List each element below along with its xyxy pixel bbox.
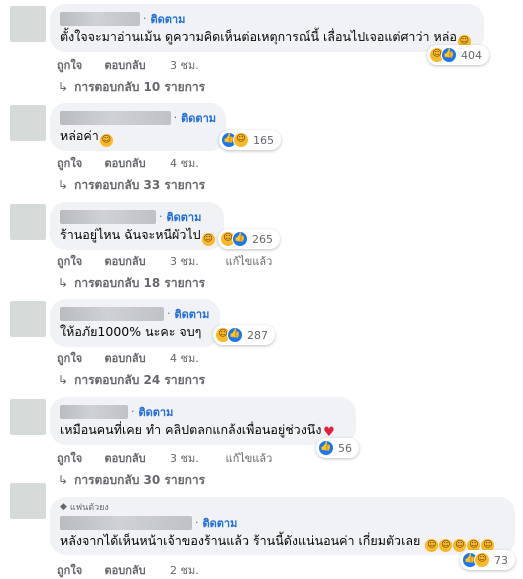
avatar[interactable]: [10, 399, 46, 435]
reply-arrow-icon: ↳: [58, 178, 69, 192]
reaction-count: 73: [494, 553, 508, 567]
reply-button[interactable]: ตอบกลับ: [105, 56, 157, 74]
view-replies-link[interactable]: ↳ การตอบกลับ 24 รายการ: [58, 371, 205, 390]
separator-dot: ·: [167, 307, 171, 320]
reaction-summary[interactable]: ☺ 👍 404: [427, 45, 489, 65]
reaction-summary[interactable]: 👍 ☺ 165: [219, 130, 281, 150]
laughing-emoji-icon: ☺: [99, 134, 113, 147]
comment-bubble: · ติดตาม ตั้งใจจะมาอ่านเม้น ดูความคิดเห็…: [50, 4, 484, 52]
comment-text: ให้อภัย1000% นะคะ จบๆ: [60, 324, 202, 339]
like-button[interactable]: ถูกใจ: [57, 154, 101, 172]
reaction-summary[interactable]: ☺ 👍 265: [218, 229, 280, 249]
haha-reaction-icon: ☺: [233, 132, 249, 148]
reply-button[interactable]: ตอบกลับ: [105, 252, 157, 270]
timestamp[interactable]: 3 ชม.: [170, 252, 210, 270]
like-button[interactable]: ถูกใจ: [57, 56, 101, 74]
comment-text: ตั้งใจจะมาอ่านเม้น ดูความคิดเห็นต่อเหตุก…: [60, 29, 471, 48]
avatar[interactable]: [10, 204, 46, 240]
separator-dot: ·: [159, 210, 163, 223]
reaction-summary[interactable]: 👍 56: [316, 438, 359, 458]
like-button[interactable]: ถูกใจ: [57, 561, 101, 579]
commenter-name-redacted[interactable]: [60, 306, 164, 321]
avatar[interactable]: [10, 6, 46, 42]
follow-button[interactable]: ติดตาม: [175, 305, 210, 323]
reaction-summary[interactable]: ☺ 👍 287: [213, 325, 275, 345]
view-replies-link[interactable]: ↳ การตอบกลับ 10 รายการ: [58, 78, 205, 97]
separator-dot: ·: [143, 12, 147, 25]
reply-arrow-icon: ↳: [58, 276, 69, 290]
timestamp[interactable]: 4 ชม.: [170, 154, 210, 172]
comment-bubble: · ติดตาม หล่อค่า ☺: [50, 103, 226, 151]
timestamp[interactable]: 3 ชม.: [170, 449, 210, 467]
comment-text: ร้านอยู่ไหน ฉันจะหนีผัวไป ☺: [60, 227, 215, 246]
edited-label: แก้ไขแล้ว: [225, 452, 273, 465]
reaction-count: 404: [461, 48, 482, 62]
reply-arrow-icon: ↳: [58, 373, 69, 387]
like-button[interactable]: ถูกใจ: [57, 449, 101, 467]
comment-actions: ถูกใจ ตอบกลับ 3 ชม.: [57, 56, 210, 74]
grinning-emoji-icon: ☺: [453, 539, 467, 552]
reply-arrow-icon: ↳: [58, 80, 69, 94]
comment-text: หลังจากได้เห็นหน้าเจ้าของร้านแล้ว ร้านนี…: [60, 533, 495, 552]
follow-button[interactable]: ติดตาม: [139, 403, 174, 421]
commenter-name-redacted[interactable]: [60, 404, 128, 419]
separator-dot: ·: [195, 516, 199, 529]
like-button[interactable]: ถูกใจ: [57, 252, 101, 270]
commenter-name-redacted[interactable]: [60, 11, 140, 26]
edited-label: แก้ไขแล้ว: [225, 255, 273, 268]
view-replies-link[interactable]: ↳ การตอบกลับ 33 รายการ: [58, 176, 205, 195]
comment-actions: ถูกใจ ตอบกลับ 2 ชม.: [57, 561, 210, 579]
reaction-count: 265: [252, 232, 273, 246]
like-reaction-icon: 👍: [232, 231, 248, 247]
avatar[interactable]: [10, 105, 46, 141]
grinning-emoji-icon: ☺: [439, 539, 453, 552]
avatar[interactable]: [10, 483, 46, 519]
comment-bubble: ◆ แฟนตัวยง · ติดตาม หลังจากได้เห็นหน้าเจ้…: [50, 497, 515, 555]
commenter-name-redacted[interactable]: [60, 110, 171, 125]
separator-dot: ·: [173, 111, 178, 124]
follow-button[interactable]: ติดตาม: [167, 208, 202, 226]
comment-bubble: · ติดตาม ให้อภัย1000% นะคะ จบๆ: [50, 299, 220, 347]
comment-actions: ถูกใจ ตอบกลับ 3 ชม. แก้ไขแล้ว: [57, 252, 272, 270]
timestamp[interactable]: 4 ชม.: [170, 349, 210, 367]
view-replies-link[interactable]: ↳ การตอบกลับ 18 รายการ: [58, 274, 205, 293]
reaction-count: 165: [253, 133, 274, 147]
reaction-summary[interactable]: 👍 ☺ 73: [460, 550, 515, 570]
reply-button[interactable]: ตอบกลับ: [105, 349, 157, 367]
grinning-emoji-icon: ☺: [425, 539, 439, 552]
diamond-icon: ◆: [60, 502, 67, 512]
reply-button[interactable]: ตอบกลับ: [105, 449, 157, 467]
comment-actions: ถูกใจ ตอบกลับ 3 ชม. แก้ไขแล้ว: [57, 449, 272, 467]
comment-actions: ถูกใจ ตอบกลับ 4 ชม.: [57, 154, 210, 172]
haha-reaction-icon: ☺: [474, 552, 490, 568]
like-reaction-icon: 👍: [441, 47, 457, 63]
reply-arrow-icon: ↳: [58, 473, 69, 487]
view-replies-link[interactable]: ↳ การตอบกลับ 30 รายการ: [58, 471, 205, 490]
comment-actions: ถูกใจ ตอบกลับ 4 ชม.: [57, 349, 210, 367]
separator-dot: ·: [131, 405, 135, 418]
comment-bubble: · ติดตาม ร้านอยู่ไหน ฉันจะหนีผัวไป ☺: [50, 202, 224, 250]
commenter-name-redacted[interactable]: [60, 515, 192, 530]
reaction-count: 287: [247, 328, 268, 342]
commenter-name-redacted[interactable]: [60, 209, 156, 224]
reply-button[interactable]: ตอบกลับ: [105, 154, 157, 172]
like-button[interactable]: ถูกใจ: [57, 349, 101, 367]
like-reaction-icon: 👍: [318, 440, 334, 456]
follow-button[interactable]: ติดตาม: [151, 10, 186, 28]
timestamp[interactable]: 2 ชม.: [170, 561, 210, 579]
comment-text: หล่อค่า ☺: [60, 128, 113, 147]
top-fan-badge: ◆ แฟนตัวยง: [60, 502, 109, 513]
timestamp[interactable]: 3 ชม.: [170, 56, 210, 74]
laughing-emoji-icon: ☺: [201, 233, 215, 246]
follow-button[interactable]: ติดตาม: [203, 514, 238, 532]
reaction-count: 56: [338, 441, 352, 455]
reply-button[interactable]: ตอบกลับ: [105, 561, 157, 579]
comment-text: เหมือนคนที่เคย ทำ คลิปตลกแกล้งเพื่อนอยู่…: [60, 422, 335, 440]
follow-button[interactable]: ติดตาม: [181, 109, 216, 127]
like-reaction-icon: 👍: [227, 327, 243, 343]
avatar[interactable]: [10, 301, 46, 337]
comment-bubble: · ติดตาม เหมือนคนที่เคย ทำ คลิปตลกแกล้งเ…: [50, 397, 356, 445]
